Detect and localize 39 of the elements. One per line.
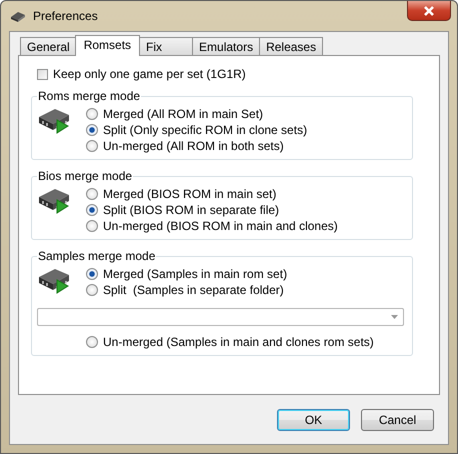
tab[interactable]: Romsets: [74, 35, 140, 56]
radio-label: Un-merged (Samples in main and clones rom sets): [103, 335, 374, 349]
window-title: Preferences: [33, 9, 99, 23]
tab[interactable]: General: [20, 37, 77, 55]
radio-label: Split (Only specific ROM in clone sets): [103, 123, 308, 137]
close-button[interactable]: [407, 1, 451, 21]
caret-icon: [391, 315, 398, 319]
radio-button[interactable]: [86, 140, 98, 152]
close-icon: [422, 4, 436, 16]
radio-label: Merged (BIOS ROM in main set): [103, 187, 276, 201]
radio-button[interactable]: [86, 124, 98, 136]
radio-button[interactable]: [86, 220, 98, 232]
radio-label: Split (Samples in separate folder): [103, 283, 284, 297]
chip-play-icon: [37, 108, 70, 134]
radio-button[interactable]: [86, 204, 98, 216]
dropdown-field[interactable]: [37, 308, 404, 326]
group-title: Roms merge mode: [37, 89, 142, 103]
checkbox-label: Keep only one game per set (1G1R): [53, 67, 246, 81]
radio-label: Merged (Samples in main rom set): [103, 267, 288, 281]
checkbox[interactable]: [37, 68, 48, 80]
radio-button[interactable]: [86, 284, 98, 296]
group-title: Samples merge mode: [37, 249, 156, 263]
radio-label: Merged (All ROM in main Set): [103, 107, 264, 121]
chip-play-icon: [37, 188, 70, 214]
radio-button[interactable]: [86, 108, 98, 120]
dialog-button[interactable]: OK: [277, 408, 350, 430]
radio-button[interactable]: [86, 336, 98, 348]
radio-label: Un-merged (All ROM in both sets): [103, 139, 284, 153]
radio-button[interactable]: [86, 188, 98, 200]
chip-play-icon: [37, 268, 70, 294]
radio-label: Un-merged (BIOS ROM in main and clones): [103, 219, 338, 233]
dialog-button[interactable]: Cancel: [361, 408, 434, 430]
radio-label: Split (BIOS ROM in separate file): [103, 203, 280, 217]
group-title: Bios merge mode: [37, 169, 134, 183]
tab[interactable]: Releases: [259, 37, 324, 55]
chip-icon: [9, 9, 27, 23]
tab[interactable]: Emulators: [192, 37, 260, 55]
radio-button[interactable]: [86, 268, 98, 280]
tab[interactable]: Fix: [139, 37, 194, 55]
